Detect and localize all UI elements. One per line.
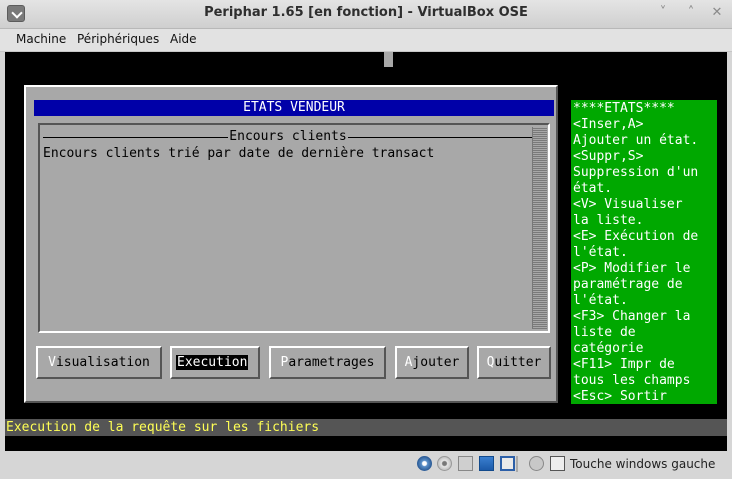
help-line: la liste.	[573, 213, 644, 228]
network-icon[interactable]	[479, 456, 494, 471]
help-line: Ajouter un état.	[573, 133, 699, 148]
help-line: <Suppr,S>	[573, 149, 644, 164]
report-listbox[interactable]: Encours clients Encours clients trié par…	[38, 123, 550, 333]
window-title: Periphar 1.65 [en fonction] - VirtualBox…	[204, 5, 528, 20]
hard-disk-icon[interactable]	[417, 456, 432, 471]
floppy-icon[interactable]	[458, 456, 473, 471]
help-line: ****ETATS****	[573, 101, 675, 116]
help-line: Suppression d'un	[573, 165, 699, 180]
host-statusbar: Touche windows gauche	[0, 451, 732, 479]
ajouter-button[interactable]: Ajouter	[395, 346, 469, 379]
mouse-integration-icon[interactable]	[529, 456, 544, 471]
quitter-button[interactable]: Quitter	[477, 346, 551, 379]
text-cursor	[384, 52, 393, 67]
execution-button[interactable]: Execution	[170, 346, 260, 379]
dialog-title: ETATS VENDEUR	[34, 100, 554, 116]
optical-drive-icon[interactable]	[437, 456, 452, 471]
listbox-header: Encours clients	[43, 129, 533, 145]
help-line: l'état.	[573, 245, 628, 260]
help-line: liste de	[573, 325, 636, 340]
help-line: catégorie	[573, 341, 644, 356]
list-item[interactable]: Encours clients trié par date de dernièr…	[43, 146, 434, 162]
help-line: l'état.	[573, 293, 628, 308]
parametrages-button[interactable]: Parametrages	[269, 346, 386, 379]
minimize-icon[interactable]: ˅	[656, 6, 670, 20]
menu-machine[interactable]: Machine	[16, 32, 66, 46]
status-separator	[516, 456, 518, 472]
help-line: <Esc> Sortir	[573, 389, 667, 404]
window-titlebar: Periphar 1.65 [en fonction] - VirtualBox…	[0, 0, 732, 29]
menubar: Machine Périphériques Aide	[0, 29, 732, 52]
help-line: état.	[573, 181, 613, 196]
maximize-icon[interactable]: ˄	[684, 6, 698, 20]
help-line: <F3> Changer la	[573, 309, 691, 324]
visualisation-button[interactable]: Visualisation	[36, 346, 162, 379]
menu-peripheriques[interactable]: Périphériques	[77, 32, 159, 46]
help-line: <P> Modifier le	[573, 261, 691, 276]
menu-aide[interactable]: Aide	[170, 32, 197, 46]
help-line: <F11> Impr de	[573, 357, 675, 372]
vertical-scrollbar[interactable]	[532, 127, 547, 329]
guest-screen[interactable]: ETATS VENDEUR Encours clients Encours cl…	[5, 52, 727, 451]
host-key-label: Touche windows gauche	[570, 457, 716, 471]
status-line: Execution de la requête sur les fichiers	[5, 419, 727, 436]
help-line: <V> Visualiser	[573, 197, 683, 212]
etats-vendeur-dialog: ETATS VENDEUR Encours clients Encours cl…	[24, 85, 558, 403]
host-key-icon[interactable]	[550, 456, 565, 471]
help-line: paramétrage de	[573, 277, 683, 292]
help-line: <E> Exécution de	[573, 229, 699, 244]
usb-icon[interactable]	[500, 456, 515, 471]
close-icon[interactable]: ✕	[710, 6, 724, 20]
help-line: <Inser,A>	[573, 117, 644, 132]
help-line: tous les champs	[573, 373, 691, 388]
help-panel: ****ETATS**** <Inser,A> Ajouter un état.…	[571, 100, 717, 404]
